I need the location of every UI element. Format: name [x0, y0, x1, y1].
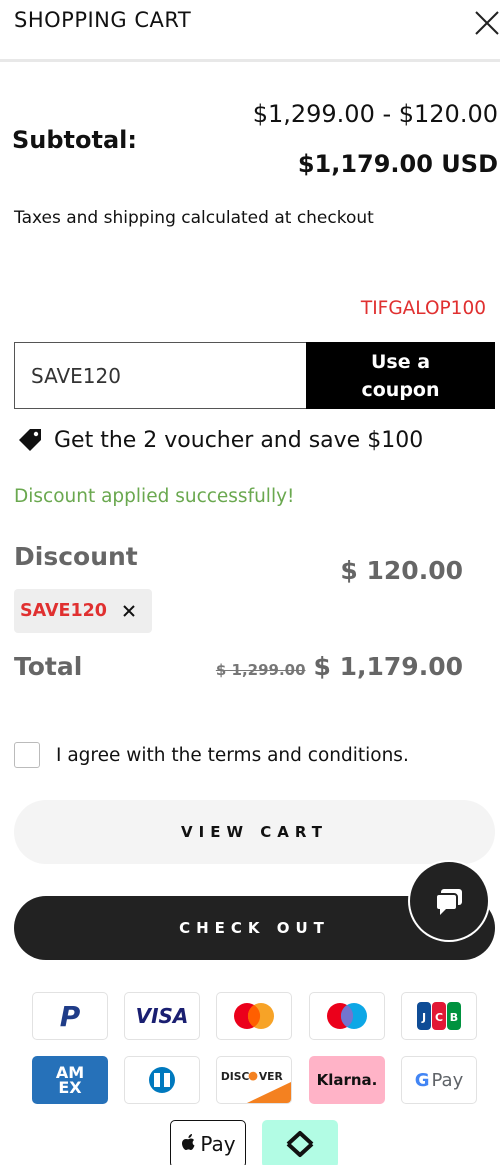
voucher-row: Get the 2 voucher and save $100	[16, 426, 423, 454]
tax-note: Taxes and shipping calculated at checkou…	[14, 208, 374, 228]
view-cart-button[interactable]: VIEW CART	[14, 800, 495, 864]
chat-icon	[435, 889, 462, 915]
mastercard-icon	[216, 992, 292, 1040]
google-pay-icon: G Pay	[401, 1056, 477, 1104]
amex-icon: AM EX	[32, 1056, 108, 1104]
cart-header: SHOPPING CART	[0, 0, 500, 62]
discover-icon: DISC VER	[216, 1056, 292, 1104]
discount-amount: $ 120.00	[340, 556, 463, 585]
apple-pay-icon: Pay	[170, 1120, 246, 1165]
terms-row: I agree with the terms and conditions.	[14, 742, 409, 768]
terms-checkbox[interactable]	[14, 742, 40, 768]
visa-icon: VISA	[124, 992, 200, 1040]
cart-title: SHOPPING CART	[14, 8, 192, 32]
subtotal-label: Subtotal:	[12, 126, 138, 154]
svg-text:C: C	[435, 1011, 443, 1024]
jcb-icon: J C B	[401, 992, 477, 1040]
chat-button[interactable]	[410, 862, 488, 940]
discount-code-chip[interactable]: SAVE120	[14, 589, 152, 633]
discount-label: Discount	[14, 542, 138, 571]
klarna-icon: Klarna.	[309, 1056, 385, 1104]
paypal-icon: P	[32, 992, 108, 1040]
diners-club-icon	[124, 1056, 200, 1104]
voucher-text: Get the 2 voucher and save $100	[54, 427, 424, 453]
total-final-price: $ 1,179.00	[313, 652, 463, 681]
remove-code-icon[interactable]	[121, 603, 137, 619]
use-coupon-button[interactable]: Use a coupon	[306, 342, 495, 409]
total-values: $ 1,299.00 $ 1,179.00	[216, 652, 463, 681]
total-label: Total	[14, 652, 83, 681]
use-coupon-label: Use a coupon	[361, 350, 440, 401]
close-icon[interactable]	[472, 6, 500, 36]
svg-text:DISC: DISC	[221, 1070, 250, 1083]
subtotal-calculation: $1,299.00 - $120.00	[252, 100, 498, 128]
terms-text: I agree with the terms and conditions.	[56, 744, 409, 766]
coupon-input[interactable]	[14, 342, 307, 409]
total-original-price: $ 1,299.00	[215, 661, 306, 679]
svg-text:B: B	[450, 1011, 458, 1024]
subtotal-total: $1,179.00 USD	[297, 150, 498, 178]
maestro-icon	[309, 992, 385, 1040]
discount-success-message: Discount applied successfully!	[14, 486, 295, 507]
svg-text:J: J	[421, 1011, 426, 1024]
applied-code-link[interactable]: TIFGALOP100	[361, 298, 486, 319]
discount-code-label: SAVE120	[20, 601, 107, 621]
tag-icon	[19, 429, 41, 451]
afterpay-icon	[262, 1120, 338, 1165]
svg-text:VER: VER	[259, 1070, 284, 1083]
